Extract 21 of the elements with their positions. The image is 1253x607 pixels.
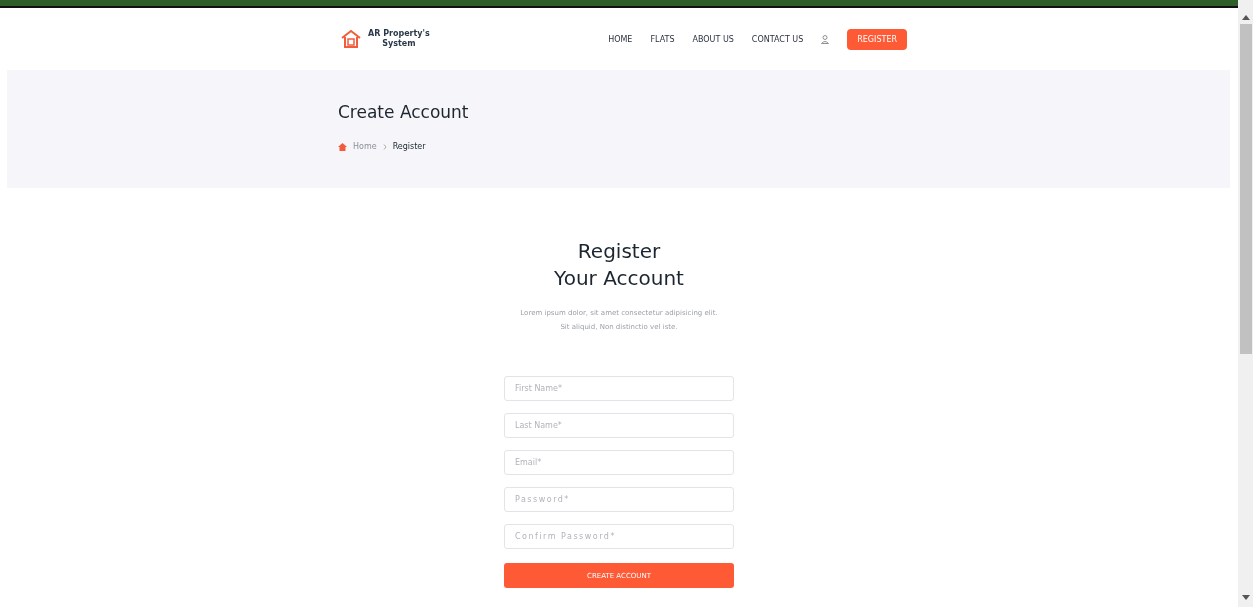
user-icon[interactable] [821, 34, 830, 44]
home-icon [338, 142, 347, 151]
scroll-up-icon[interactable] [1241, 14, 1250, 20]
nav-link[interactable]: CONTACT US [751, 34, 804, 44]
logo-text: AR Property's System [368, 29, 430, 49]
scroll-down-icon[interactable] [1241, 595, 1250, 601]
input-field[interactable]: Email* [504, 450, 734, 475]
chevron-icon [382, 143, 387, 150]
breadcrumb-current: Register [392, 142, 426, 151]
input-field[interactable]: Password* [504, 487, 734, 512]
nav-link[interactable]: HOME [608, 34, 633, 44]
page-title: Create Account [338, 102, 470, 122]
form-title: Register Your Account [554, 238, 684, 292]
input-field[interactable]: First Name* [504, 376, 734, 401]
input-field[interactable]: Last Name* [504, 413, 734, 438]
nav-link[interactable]: FLATS [650, 34, 675, 44]
nav-link[interactable]: ABOUT US [692, 34, 734, 44]
input-field[interactable]: Confirm Password* [504, 524, 734, 549]
house-logo-icon [340, 29, 362, 49]
scrollbar[interactable] [1238, 0, 1253, 607]
scroll-thumb[interactable] [1239, 24, 1252, 354]
